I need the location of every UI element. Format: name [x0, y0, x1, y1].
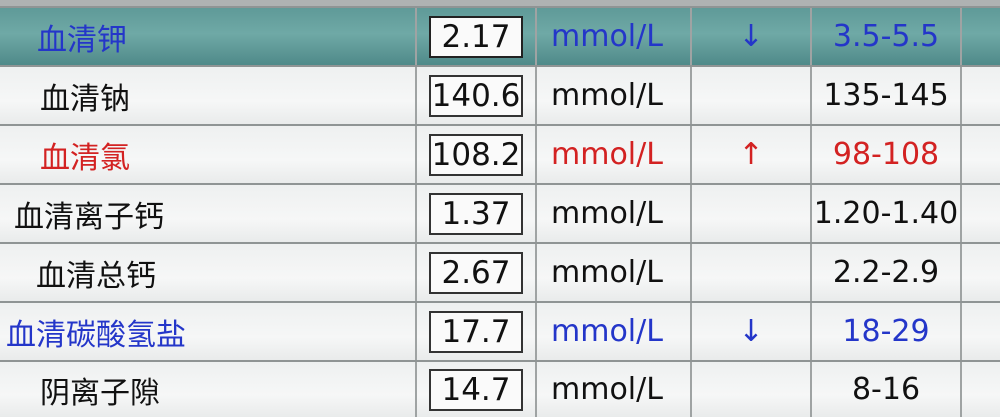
table-row[interactable]: 血清氯 108.2 mmol/L ↑ 98-108: [0, 124, 1000, 183]
reference-range: 98-108: [832, 137, 940, 172]
spacer-cell: [962, 362, 1000, 417]
table-row[interactable]: 血清离子钙 1.37 mmol/L 1.20-1.40: [0, 183, 1000, 242]
flag-cell: [692, 185, 812, 242]
unit-label: mmol/L: [551, 196, 663, 231]
unit-cell: mmol/L: [537, 126, 692, 183]
result-value: 1.37: [429, 192, 523, 235]
table-row[interactable]: 血清钠 140.6 mmol/L 135-145: [0, 65, 1000, 124]
unit-label: mmol/L: [551, 314, 663, 349]
reference-range: 2.2-2.9: [832, 255, 940, 290]
result-value: 17.7: [429, 310, 523, 353]
test-name-cell: 血清碳酸氢盐: [0, 303, 417, 360]
unit-cell: mmol/L: [537, 303, 692, 360]
flag-cell: ↓: [692, 8, 812, 65]
test-name-cell: 阴离子隙: [0, 362, 417, 417]
spacer-cell: [962, 185, 1000, 242]
flag-cell: [692, 244, 812, 301]
value-cell: 14.7: [417, 362, 537, 417]
flag-cell: [692, 362, 812, 417]
unit-cell: mmol/L: [537, 244, 692, 301]
result-value: 14.7: [429, 368, 523, 411]
unit-cell: mmol/L: [537, 185, 692, 242]
test-name-cell: 血清钠: [0, 67, 417, 124]
table-row[interactable]: 血清总钙 2.67 mmol/L 2.2-2.9: [0, 242, 1000, 301]
reference-range-cell: 2.2-2.9: [812, 244, 962, 301]
test-name: 血清总钙: [36, 258, 156, 294]
value-cell: 2.17: [417, 8, 537, 65]
reference-range-cell: 98-108: [812, 126, 962, 183]
reference-range-cell: 8-16: [812, 362, 962, 417]
table-row[interactable]: 血清钾 2.17 mmol/L ↓ 3.5-5.5: [0, 6, 1000, 65]
reference-range: 8-16: [851, 372, 921, 407]
flag-cell: ↑: [692, 126, 812, 183]
down-arrow-icon: ↓: [738, 19, 764, 54]
test-name-cell: 血清钾: [0, 8, 417, 65]
reference-range-cell: 135-145: [812, 67, 962, 124]
spacer-cell: [962, 303, 1000, 360]
flag-cell: [692, 67, 812, 124]
result-value: 2.67: [429, 251, 523, 294]
flag-cell: ↓: [692, 303, 812, 360]
unit-cell: mmol/L: [537, 67, 692, 124]
spacer-cell: [962, 244, 1000, 301]
value-cell: 2.67: [417, 244, 537, 301]
unit-label: mmol/L: [551, 137, 663, 172]
down-arrow-icon: ↓: [738, 314, 764, 349]
unit-cell: mmol/L: [537, 362, 692, 417]
reference-range-cell: 18-29: [812, 303, 962, 360]
unit-label: mmol/L: [551, 372, 663, 407]
table-row[interactable]: 血清碳酸氢盐 17.7 mmol/L ↓ 18-29: [0, 301, 1000, 360]
value-cell: 108.2: [417, 126, 537, 183]
spacer-cell: [962, 8, 1000, 65]
unit-label: mmol/L: [551, 78, 663, 113]
value-cell: 140.6: [417, 67, 537, 124]
reference-range: 1.20-1.40: [813, 196, 959, 231]
test-name-cell: 血清离子钙: [0, 185, 417, 242]
reference-range-cell: 1.20-1.40: [812, 185, 962, 242]
test-name-cell: 血清氯: [0, 126, 417, 183]
unit-label: mmol/L: [551, 19, 663, 54]
result-value: 108.2: [429, 133, 523, 176]
reference-range-cell: 3.5-5.5: [812, 8, 962, 65]
value-cell: 1.37: [417, 185, 537, 242]
value-cell: 17.7: [417, 303, 537, 360]
test-name: 阴离子隙: [40, 375, 160, 411]
test-name-cell: 血清总钙: [0, 244, 417, 301]
test-name: 血清钾: [37, 22, 127, 58]
up-arrow-icon: ↑: [738, 137, 764, 172]
result-value: 2.17: [429, 15, 523, 58]
reference-range: 3.5-5.5: [832, 19, 940, 54]
unit-cell: mmol/L: [537, 8, 692, 65]
test-name: 血清氯: [40, 140, 130, 176]
test-name: 血清离子钙: [14, 199, 164, 235]
result-value: 140.6: [429, 74, 523, 117]
spacer-cell: [962, 126, 1000, 183]
lab-results-grid: 血清钾 2.17 mmol/L ↓ 3.5-5.5 血清钠 140.6 mmol…: [0, 0, 1000, 417]
reference-range: 135-145: [823, 78, 949, 113]
test-name: 血清碳酸氢盐: [6, 317, 186, 353]
spacer-cell: [962, 67, 1000, 124]
unit-label: mmol/L: [551, 255, 663, 290]
reference-range: 18-29: [842, 314, 930, 349]
table-row[interactable]: 阴离子隙 14.7 mmol/L 8-16: [0, 360, 1000, 417]
test-name: 血清钠: [40, 81, 130, 117]
